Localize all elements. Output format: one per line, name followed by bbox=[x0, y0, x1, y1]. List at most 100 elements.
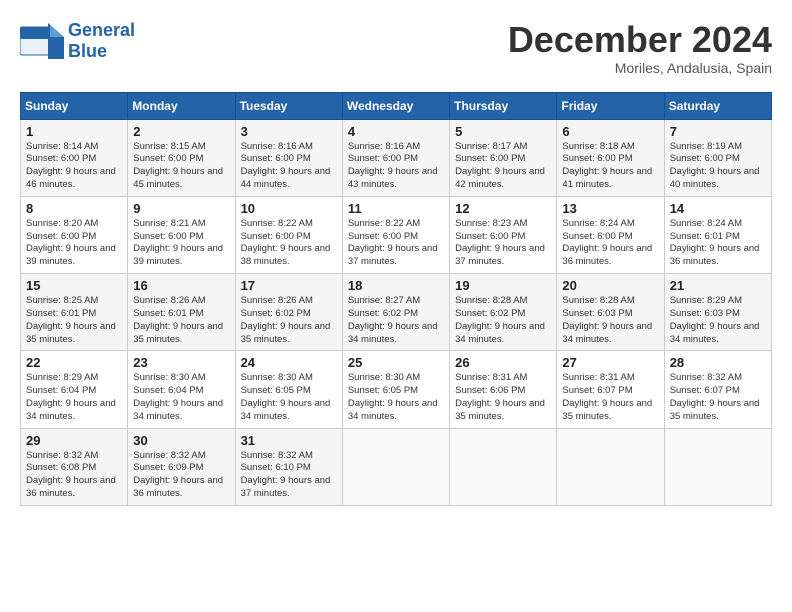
day-number: 3 bbox=[241, 124, 337, 139]
daylight-label: Daylight: 9 hours and 39 minutes. bbox=[133, 243, 223, 267]
sunset-label: Sunset: 6:02 PM bbox=[241, 308, 311, 319]
sunset-label: Sunset: 6:06 PM bbox=[455, 385, 525, 396]
sunrise-label: Sunrise: 8:16 AM bbox=[241, 141, 313, 152]
sunrise-label: Sunrise: 8:30 AM bbox=[241, 372, 313, 383]
day-info: Sunrise: 8:26 AM Sunset: 6:02 PM Dayligh… bbox=[241, 295, 337, 346]
day-info: Sunrise: 8:31 AM Sunset: 6:06 PM Dayligh… bbox=[455, 372, 551, 423]
sunrise-label: Sunrise: 8:18 AM bbox=[562, 141, 634, 152]
sunset-label: Sunset: 6:00 PM bbox=[133, 231, 203, 242]
sunset-label: Sunset: 6:05 PM bbox=[348, 385, 418, 396]
calendar-week-row: 15 Sunrise: 8:25 AM Sunset: 6:01 PM Dayl… bbox=[21, 274, 772, 351]
calendar-cell: 20 Sunrise: 8:28 AM Sunset: 6:03 PM Dayl… bbox=[557, 274, 664, 351]
day-info: Sunrise: 8:28 AM Sunset: 6:02 PM Dayligh… bbox=[455, 295, 551, 346]
calendar-cell: 22 Sunrise: 8:29 AM Sunset: 6:04 PM Dayl… bbox=[21, 351, 128, 428]
calendar-cell: 5 Sunrise: 8:17 AM Sunset: 6:00 PM Dayli… bbox=[450, 119, 557, 196]
sunset-label: Sunset: 6:05 PM bbox=[241, 385, 311, 396]
calendar-cell bbox=[342, 428, 449, 505]
sunrise-label: Sunrise: 8:26 AM bbox=[241, 295, 313, 306]
logo-text: General Blue bbox=[68, 20, 135, 62]
day-info: Sunrise: 8:17 AM Sunset: 6:00 PM Dayligh… bbox=[455, 141, 551, 192]
daylight-label: Daylight: 9 hours and 44 minutes. bbox=[241, 166, 331, 190]
sunrise-label: Sunrise: 8:32 AM bbox=[26, 450, 98, 461]
calendar-week-row: 1 Sunrise: 8:14 AM Sunset: 6:00 PM Dayli… bbox=[21, 119, 772, 196]
logo: General Blue bbox=[20, 20, 135, 62]
title-block: December 2024 Moriles, Andalusia, Spain bbox=[508, 20, 772, 76]
daylight-label: Daylight: 9 hours and 37 minutes. bbox=[241, 475, 331, 499]
calendar-cell: 29 Sunrise: 8:32 AM Sunset: 6:08 PM Dayl… bbox=[21, 428, 128, 505]
day-info: Sunrise: 8:29 AM Sunset: 6:03 PM Dayligh… bbox=[670, 295, 766, 346]
day-number: 23 bbox=[133, 355, 229, 370]
daylight-label: Daylight: 9 hours and 34 minutes. bbox=[348, 398, 438, 422]
daylight-label: Daylight: 9 hours and 35 minutes. bbox=[670, 398, 760, 422]
day-info: Sunrise: 8:18 AM Sunset: 6:00 PM Dayligh… bbox=[562, 141, 658, 192]
calendar-cell: 11 Sunrise: 8:22 AM Sunset: 6:00 PM Dayl… bbox=[342, 196, 449, 273]
day-number: 17 bbox=[241, 278, 337, 293]
day-info: Sunrise: 8:26 AM Sunset: 6:01 PM Dayligh… bbox=[133, 295, 229, 346]
calendar-cell: 10 Sunrise: 8:22 AM Sunset: 6:00 PM Dayl… bbox=[235, 196, 342, 273]
sunset-label: Sunset: 6:07 PM bbox=[562, 385, 632, 396]
day-number: 8 bbox=[26, 201, 122, 216]
sunrise-label: Sunrise: 8:22 AM bbox=[241, 218, 313, 229]
sunset-label: Sunset: 6:00 PM bbox=[241, 231, 311, 242]
day-info: Sunrise: 8:20 AM Sunset: 6:00 PM Dayligh… bbox=[26, 218, 122, 269]
calendar-cell: 18 Sunrise: 8:27 AM Sunset: 6:02 PM Dayl… bbox=[342, 274, 449, 351]
day-info: Sunrise: 8:28 AM Sunset: 6:03 PM Dayligh… bbox=[562, 295, 658, 346]
day-info: Sunrise: 8:14 AM Sunset: 6:00 PM Dayligh… bbox=[26, 141, 122, 192]
sunset-label: Sunset: 6:03 PM bbox=[670, 308, 740, 319]
day-number: 25 bbox=[348, 355, 444, 370]
calendar-cell: 21 Sunrise: 8:29 AM Sunset: 6:03 PM Dayl… bbox=[664, 274, 771, 351]
daylight-label: Daylight: 9 hours and 34 minutes. bbox=[455, 321, 545, 345]
weekday-header: Saturday bbox=[664, 92, 771, 119]
sunrise-label: Sunrise: 8:28 AM bbox=[562, 295, 634, 306]
day-number: 30 bbox=[133, 433, 229, 448]
sunrise-label: Sunrise: 8:30 AM bbox=[348, 372, 420, 383]
day-number: 28 bbox=[670, 355, 766, 370]
calendar-cell: 1 Sunrise: 8:14 AM Sunset: 6:00 PM Dayli… bbox=[21, 119, 128, 196]
sunrise-label: Sunrise: 8:22 AM bbox=[348, 218, 420, 229]
sunrise-label: Sunrise: 8:16 AM bbox=[348, 141, 420, 152]
sunset-label: Sunset: 6:04 PM bbox=[133, 385, 203, 396]
day-info: Sunrise: 8:22 AM Sunset: 6:00 PM Dayligh… bbox=[348, 218, 444, 269]
daylight-label: Daylight: 9 hours and 35 minutes. bbox=[562, 398, 652, 422]
day-info: Sunrise: 8:32 AM Sunset: 6:10 PM Dayligh… bbox=[241, 450, 337, 501]
sunset-label: Sunset: 6:01 PM bbox=[26, 308, 96, 319]
sunset-label: Sunset: 6:00 PM bbox=[348, 153, 418, 164]
calendar-cell: 25 Sunrise: 8:30 AM Sunset: 6:05 PM Dayl… bbox=[342, 351, 449, 428]
calendar-cell: 7 Sunrise: 8:19 AM Sunset: 6:00 PM Dayli… bbox=[664, 119, 771, 196]
location: Moriles, Andalusia, Spain bbox=[508, 60, 772, 76]
calendar-cell: 23 Sunrise: 8:30 AM Sunset: 6:04 PM Dayl… bbox=[128, 351, 235, 428]
day-info: Sunrise: 8:24 AM Sunset: 6:01 PM Dayligh… bbox=[670, 218, 766, 269]
weekday-header: Wednesday bbox=[342, 92, 449, 119]
day-info: Sunrise: 8:32 AM Sunset: 6:08 PM Dayligh… bbox=[26, 450, 122, 501]
calendar-cell: 14 Sunrise: 8:24 AM Sunset: 6:01 PM Dayl… bbox=[664, 196, 771, 273]
day-info: Sunrise: 8:30 AM Sunset: 6:05 PM Dayligh… bbox=[348, 372, 444, 423]
day-number: 13 bbox=[562, 201, 658, 216]
sunrise-label: Sunrise: 8:15 AM bbox=[133, 141, 205, 152]
calendar-cell: 6 Sunrise: 8:18 AM Sunset: 6:00 PM Dayli… bbox=[557, 119, 664, 196]
sunrise-label: Sunrise: 8:25 AM bbox=[26, 295, 98, 306]
sunrise-label: Sunrise: 8:31 AM bbox=[562, 372, 634, 383]
day-info: Sunrise: 8:30 AM Sunset: 6:05 PM Dayligh… bbox=[241, 372, 337, 423]
calendar-cell: 24 Sunrise: 8:30 AM Sunset: 6:05 PM Dayl… bbox=[235, 351, 342, 428]
sunset-label: Sunset: 6:00 PM bbox=[455, 153, 525, 164]
sunset-label: Sunset: 6:00 PM bbox=[670, 153, 740, 164]
day-number: 1 bbox=[26, 124, 122, 139]
daylight-label: Daylight: 9 hours and 36 minutes. bbox=[670, 243, 760, 267]
sunset-label: Sunset: 6:00 PM bbox=[133, 153, 203, 164]
sunrise-label: Sunrise: 8:20 AM bbox=[26, 218, 98, 229]
sunrise-label: Sunrise: 8:31 AM bbox=[455, 372, 527, 383]
sunset-label: Sunset: 6:02 PM bbox=[455, 308, 525, 319]
calendar-cell: 19 Sunrise: 8:28 AM Sunset: 6:02 PM Dayl… bbox=[450, 274, 557, 351]
day-number: 9 bbox=[133, 201, 229, 216]
day-info: Sunrise: 8:15 AM Sunset: 6:00 PM Dayligh… bbox=[133, 141, 229, 192]
daylight-label: Daylight: 9 hours and 39 minutes. bbox=[26, 243, 116, 267]
daylight-label: Daylight: 9 hours and 42 minutes. bbox=[455, 166, 545, 190]
daylight-label: Daylight: 9 hours and 35 minutes. bbox=[26, 321, 116, 345]
calendar-cell: 3 Sunrise: 8:16 AM Sunset: 6:00 PM Dayli… bbox=[235, 119, 342, 196]
daylight-label: Daylight: 9 hours and 41 minutes. bbox=[562, 166, 652, 190]
calendar-cell bbox=[557, 428, 664, 505]
day-info: Sunrise: 8:32 AM Sunset: 6:07 PM Dayligh… bbox=[670, 372, 766, 423]
sunset-label: Sunset: 6:00 PM bbox=[455, 231, 525, 242]
sunrise-label: Sunrise: 8:32 AM bbox=[241, 450, 313, 461]
sunset-label: Sunset: 6:00 PM bbox=[241, 153, 311, 164]
